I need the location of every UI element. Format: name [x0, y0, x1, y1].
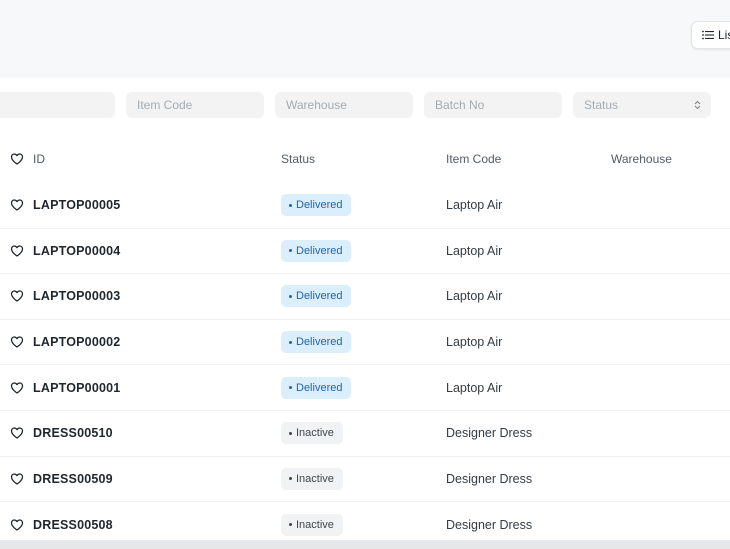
table-row[interactable]: LAPTOP00002 Delivered Laptop Air	[0, 320, 730, 366]
row-id-link[interactable]: LAPTOP00003	[33, 289, 120, 303]
table-row[interactable]: LAPTOP00003 Delivered Laptop Air	[0, 274, 730, 320]
status-dot	[289, 477, 292, 481]
row-item-code: Laptop Air	[446, 289, 503, 304]
batch-no-filter-input[interactable]: Batch No	[424, 92, 562, 118]
status-badge: Inactive	[281, 422, 343, 445]
row-item-code: Laptop Air	[446, 380, 503, 395]
row-item-code: Laptop Air	[446, 198, 503, 213]
table-row[interactable]: LAPTOP00005 Delivered Laptop Air	[0, 183, 730, 229]
item-code-filter-input[interactable]: Item Code	[126, 92, 264, 118]
status-label: Delivered	[296, 381, 343, 394]
table-header: ID Status Item Code Warehouse	[0, 140, 730, 178]
table-row[interactable]: DRESS00510 Inactive Designer Dress	[0, 411, 730, 457]
heart-icon	[10, 473, 24, 485]
header-like-icon-cell[interactable]	[10, 140, 24, 178]
row-like-button[interactable]	[10, 274, 24, 319]
list-view-label: List View	[718, 28, 730, 42]
warehouse-filter-input[interactable]: Warehouse	[275, 92, 413, 118]
status-label: Delivered	[296, 199, 343, 212]
status-badge: Delivered	[281, 331, 352, 354]
heart-icon	[10, 290, 24, 303]
heart-icon	[10, 519, 24, 531]
row-id-link[interactable]: LAPTOP00005	[33, 198, 120, 212]
status-dot	[289, 386, 292, 390]
horizontal-scrollbar[interactable]	[0, 540, 730, 549]
status-dot	[289, 294, 292, 298]
heart-icon	[10, 382, 24, 394]
list-icon	[702, 30, 714, 40]
table-row[interactable]: DRESS00509 Inactive Designer Dress	[0, 457, 730, 503]
row-id-link[interactable]: LAPTOP00002	[33, 335, 120, 349]
row-item-code: Designer Dress	[446, 426, 533, 441]
status-dot	[289, 249, 292, 253]
status-badge: Delivered	[281, 194, 352, 217]
status-dot	[289, 203, 292, 207]
row-like-button[interactable]	[10, 457, 24, 502]
status-badge: Delivered	[281, 239, 352, 262]
header-status[interactable]: Status	[281, 140, 315, 178]
status-dot	[289, 340, 292, 344]
row-id-link[interactable]: DRESS00508	[33, 518, 113, 532]
status-badge: Inactive	[281, 467, 343, 490]
table-row[interactable]: LAPTOP00004 Delivered Laptop Air	[0, 229, 730, 275]
status-dot	[289, 431, 292, 435]
filter-bar: Item Code Warehouse Batch No Status	[0, 92, 730, 118]
row-id-link[interactable]: LAPTOP00004	[33, 244, 120, 258]
status-label: Delivered	[296, 290, 343, 303]
row-item-code: Laptop Air	[446, 243, 503, 258]
header-id[interactable]: ID	[33, 140, 45, 178]
status-label: Inactive	[296, 427, 334, 440]
batch-no-filter-placeholder: Batch No	[435, 98, 485, 112]
row-like-button[interactable]	[10, 365, 24, 410]
item-code-filter-placeholder: Item Code	[137, 98, 193, 112]
status-badge: Delivered	[281, 376, 352, 399]
row-like-button[interactable]	[10, 411, 24, 456]
status-badge: Inactive	[281, 513, 343, 536]
status-label: Inactive	[296, 518, 334, 531]
page-header-area: List View	[0, 0, 730, 78]
status-badge: Delivered	[281, 285, 352, 308]
heart-icon	[10, 427, 24, 439]
heart-icon	[10, 245, 24, 257]
status-filter-select[interactable]: Status	[573, 92, 711, 118]
status-label: Delivered	[296, 336, 343, 349]
header-warehouse[interactable]: Warehouse	[611, 140, 672, 178]
header-item-code[interactable]: Item Code	[446, 140, 501, 178]
heart-icon	[10, 153, 24, 165]
status-dot	[289, 523, 292, 527]
select-arrows-icon	[694, 100, 701, 110]
row-id-link[interactable]: DRESS00510	[33, 426, 113, 440]
row-like-button[interactable]	[10, 229, 24, 274]
row-item-code: Laptop Air	[446, 335, 503, 350]
row-item-code: Designer Dress	[446, 517, 533, 532]
status-label: Inactive	[296, 472, 334, 485]
status-filter-placeholder: Status	[584, 98, 619, 112]
list-view-button[interactable]: List View	[691, 21, 730, 49]
table-row[interactable]: LAPTOP00001 Delivered Laptop Air	[0, 365, 730, 411]
heart-icon	[10, 336, 24, 348]
status-label: Delivered	[296, 244, 343, 257]
row-item-code: Designer Dress	[446, 471, 533, 486]
heart-icon	[10, 199, 24, 211]
row-id-link[interactable]: LAPTOP00001	[33, 381, 120, 395]
row-id-link[interactable]: DRESS00509	[33, 472, 113, 486]
row-like-button[interactable]	[10, 320, 24, 365]
row-like-button[interactable]	[10, 183, 24, 228]
id-filter-input[interactable]	[0, 92, 115, 118]
warehouse-filter-placeholder: Warehouse	[286, 98, 347, 112]
